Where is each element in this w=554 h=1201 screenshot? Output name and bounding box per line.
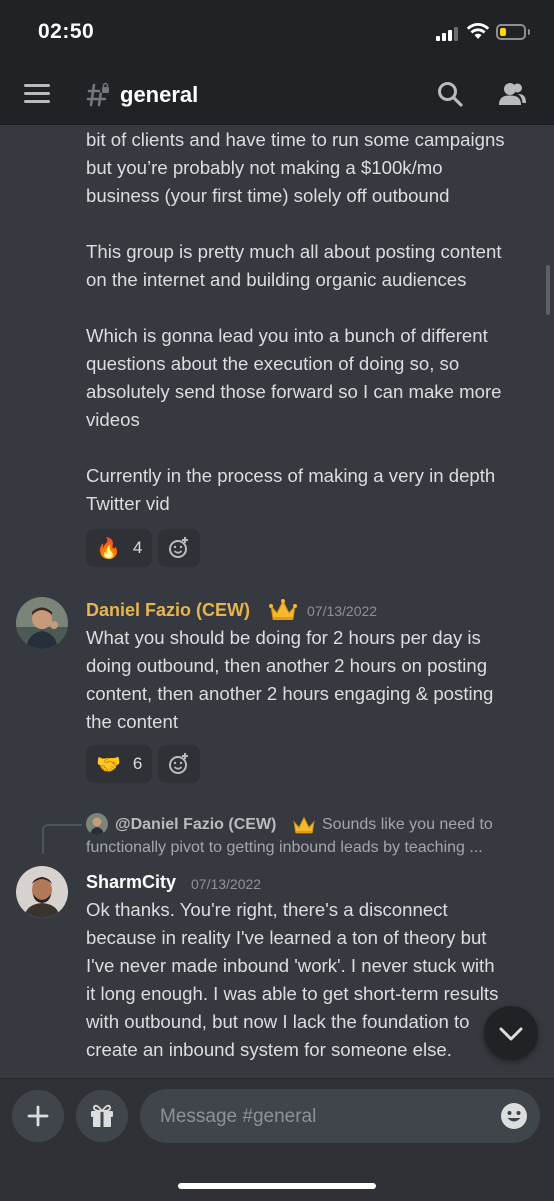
members-icon[interactable] (498, 80, 526, 108)
crown-icon (293, 816, 315, 834)
gift-icon[interactable] (76, 1090, 128, 1142)
message-timestamp: 07/13/2022 (191, 876, 262, 892)
message-timestamp: 07/13/2022 (307, 603, 378, 619)
emoji-icon[interactable] (500, 1102, 528, 1130)
handshake-emoji: 🤝 (96, 753, 121, 776)
message-text: Ok thanks. You're right, there's a disco… (86, 899, 499, 1060)
avatar[interactable] (16, 866, 68, 918)
jump-to-bottom-button[interactable] (484, 1006, 538, 1060)
hamburger-icon[interactable] (24, 84, 50, 104)
channel-title: general (120, 82, 199, 107)
scrollbar[interactable] (546, 265, 550, 315)
status-time: 02:50 (38, 20, 95, 43)
channel-header: general (0, 64, 554, 125)
crown-icon (269, 599, 297, 620)
cellular-signal-icon (436, 27, 458, 41)
fire-emoji: 🔥 (96, 537, 121, 560)
plus-icon[interactable] (12, 1090, 64, 1142)
add-reaction-icon[interactable] (158, 745, 200, 783)
avatar[interactable] (16, 597, 68, 649)
message-text: What you should be doing for 2 hours per… (86, 627, 494, 732)
reply-preview[interactable]: Sounds like you need to (322, 816, 532, 834)
reaction-count: 4 (132, 538, 143, 557)
username[interactable]: SharmCity (86, 872, 176, 893)
reply-preview[interactable]: functionally pivot to getting inbound le… (86, 839, 532, 857)
message-text: bit of clients and have time to run some… (86, 129, 505, 514)
wifi-icon (466, 23, 490, 39)
home-indicator (178, 1183, 376, 1189)
username[interactable]: Daniel Fazio (CEW) (86, 600, 250, 621)
message-input-container[interactable] (140, 1089, 540, 1145)
message-input[interactable] (158, 1089, 492, 1145)
reply-username[interactable]: @Daniel Fazio (CEW) (115, 816, 276, 834)
reply-connector (42, 824, 82, 854)
channel-hash-icon (86, 82, 110, 107)
reaction-fire[interactable]: 🔥 4 (86, 529, 152, 567)
search-icon[interactable] (436, 80, 464, 108)
reaction-count: 6 (132, 754, 143, 773)
reply-avatar (86, 813, 108, 835)
battery-icon (496, 24, 526, 40)
add-reaction-icon[interactable] (158, 529, 200, 567)
status-bar: 02:50 (0, 0, 554, 64)
reaction-handshake[interactable]: 🤝 6 (86, 745, 152, 783)
